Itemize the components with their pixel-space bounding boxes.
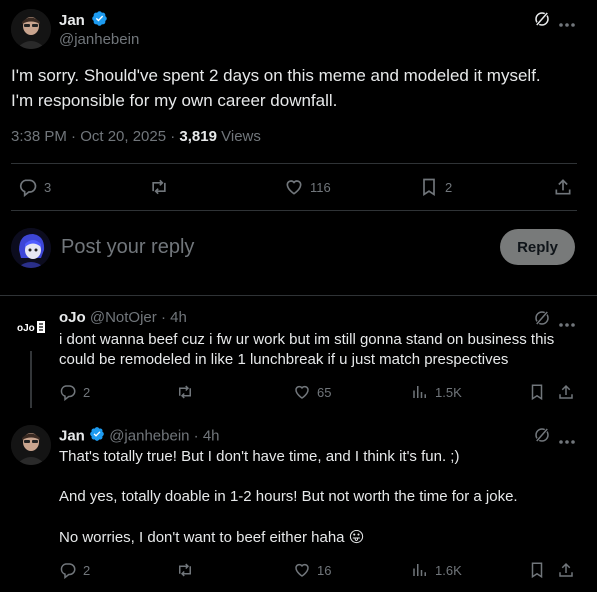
- like-count: 16: [317, 562, 332, 578]
- repost-icon: [179, 385, 191, 399]
- bookmark-count: 2: [445, 179, 453, 195]
- share-button[interactable]: [557, 383, 575, 401]
- reply-button[interactable]: 2: [59, 561, 90, 579]
- ojo-logo-icon: oJo: [11, 307, 51, 347]
- avatar[interactable]: [11, 9, 51, 49]
- tweet-timestamp[interactable]: 3:38 PM · Oct 20, 2025 ·: [11, 128, 179, 145]
- bookmark-button[interactable]: [528, 561, 546, 579]
- reply-paragraph-3: No worries, I don't want to beef either …: [59, 527, 364, 548]
- analytics-icon: [413, 564, 426, 576]
- reply-submit-button[interactable]: Reply: [500, 229, 575, 265]
- reply-count: 3: [44, 179, 52, 195]
- grok-icon[interactable]: [533, 426, 551, 449]
- like-button[interactable]: 116: [284, 177, 331, 197]
- svg-text:oJo: oJo: [17, 323, 35, 334]
- author-handle[interactable]: @janhebein: [109, 427, 189, 444]
- grok-icon[interactable]: [533, 309, 551, 332]
- verified-badge-icon: [89, 426, 105, 447]
- share-icon: [559, 562, 573, 577]
- views-button[interactable]: 1.5K: [411, 383, 462, 401]
- heart-icon: [286, 180, 302, 195]
- share-button[interactable]: [557, 561, 575, 579]
- reply-text-line-2: could be remodeled in like 1 lunchbreak …: [59, 351, 509, 368]
- reply-button[interactable]: 3: [18, 177, 51, 197]
- reply-input[interactable]: Post your reply: [61, 236, 194, 259]
- tweet-text-line-2: I'm responsible for my own career downfa…: [11, 91, 338, 110]
- divider: [11, 210, 577, 211]
- reply-icon: [60, 563, 76, 579]
- reply-timestamp[interactable]: · 4h: [194, 427, 220, 444]
- share-button[interactable]: [553, 177, 573, 197]
- author-name[interactable]: Jan: [59, 12, 85, 29]
- reply-count: 2: [83, 384, 91, 400]
- bookmark-button[interactable]: [528, 383, 546, 401]
- bookmark-icon: [531, 384, 543, 401]
- author-handle[interactable]: @NotOjer: [90, 309, 157, 326]
- user-photo-icon: [11, 9, 51, 49]
- thread-line: [30, 351, 32, 408]
- views-count: 1.6K: [435, 562, 462, 578]
- reply-text-line-1: i dont wanna beef cuz i fw ur work but i…: [59, 331, 555, 348]
- like-count: 116: [310, 179, 331, 195]
- repost-button[interactable]: [148, 177, 170, 197]
- reply-paragraph-2: And yes, totally doable in 1-2 hours! Bu…: [59, 488, 518, 505]
- more-options-icon[interactable]: [558, 432, 576, 450]
- more-options-icon[interactable]: [558, 315, 576, 333]
- reply-icon: [60, 385, 76, 401]
- repost-button[interactable]: [175, 383, 195, 401]
- reply-paragraph-3-text: No worries, I don't want to beef either …: [59, 529, 345, 546]
- views-count: 1.5K: [435, 384, 462, 400]
- like-count: 65: [317, 384, 332, 400]
- heart-icon: [295, 385, 309, 399]
- tongue-emoji: 😛: [348, 528, 365, 546]
- divider: [11, 163, 577, 164]
- grok-icon[interactable]: [533, 10, 551, 33]
- reply-timestamp[interactable]: · 4h: [161, 309, 187, 326]
- verified-badge-icon: [91, 10, 108, 32]
- like-button[interactable]: 16: [293, 561, 331, 579]
- repost-button[interactable]: [175, 561, 195, 579]
- anime-avatar-icon: [11, 228, 51, 268]
- views-label: Views: [216, 128, 261, 145]
- views-button[interactable]: 1.6K: [411, 561, 462, 579]
- current-user-avatar[interactable]: [11, 228, 51, 268]
- share-icon: [555, 179, 571, 195]
- share-icon: [559, 384, 573, 399]
- reply-button[interactable]: 2: [59, 383, 90, 401]
- divider: [0, 295, 597, 296]
- repost-icon: [152, 179, 166, 195]
- bookmark-icon: [531, 562, 543, 579]
- author-handle[interactable]: @janhebein: [59, 31, 139, 48]
- author-name[interactable]: oJo: [59, 309, 86, 326]
- tweet-text-line-1: I'm sorry. Should've spent 2 days on thi…: [11, 66, 541, 85]
- avatar[interactable]: oJo: [11, 307, 51, 347]
- more-options-icon[interactable]: [558, 15, 576, 33]
- heart-icon: [295, 563, 309, 577]
- avatar[interactable]: [11, 425, 51, 465]
- bookmark-button[interactable]: 2: [419, 177, 452, 197]
- repost-icon: [179, 563, 191, 577]
- author-name[interactable]: Jan: [59, 427, 85, 444]
- reply-icon: [19, 179, 37, 197]
- reply-paragraph-1: That's totally true! But I don't have ti…: [59, 448, 460, 465]
- reply-count: 2: [83, 562, 91, 578]
- user-photo-icon: [11, 425, 51, 465]
- like-button[interactable]: 65: [293, 383, 331, 401]
- views-count: 3,819: [179, 128, 217, 145]
- analytics-icon: [413, 386, 426, 398]
- bookmark-icon: [423, 178, 435, 197]
